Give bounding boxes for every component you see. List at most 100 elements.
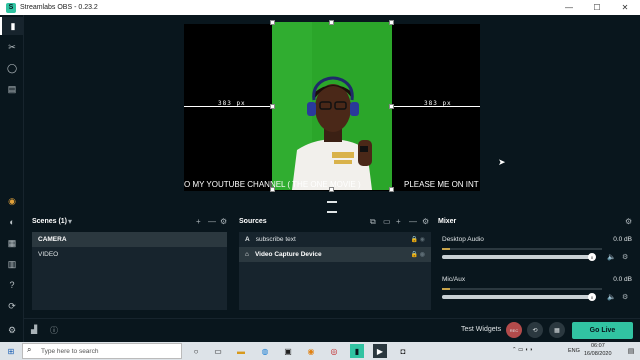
source-settings-icon[interactable]: ⚙: [422, 217, 429, 226]
remove-scene-icon[interactable]: —: [208, 217, 216, 226]
apps-icon[interactable]: ▦: [0, 234, 24, 252]
webcam-person-image: [272, 22, 392, 190]
source-item[interactable]: A subscribe text 🔒 ◉: [239, 232, 431, 247]
test-widgets-label[interactable]: Test Widgets: [461, 326, 501, 333]
themes-icon[interactable]: ▥: [0, 255, 24, 273]
taskbar-search-input[interactable]: Type here to search: [22, 343, 182, 359]
go-live-button[interactable]: Go Live: [572, 322, 633, 339]
store-icon[interactable]: ▤: [0, 80, 24, 98]
distance-label-right: 383 px: [424, 100, 452, 107]
channel-db: 0.0 dB: [613, 236, 632, 243]
sources-panel: Sources ⧉ ▭ + — ⚙ A subscribe text 🔒 ◉ ⌂…: [231, 214, 434, 318]
maximize-button[interactable]: ☐: [583, 0, 611, 15]
source-list: A subscribe text 🔒 ◉ ⌂ Video Capture Dev…: [239, 232, 431, 310]
editor-nav-icon[interactable]: ▮: [0, 17, 24, 35]
sources-title: Sources: [239, 218, 267, 225]
scenes-title: Scenes (1): [32, 218, 68, 225]
info-icon[interactable]: ⓘ: [50, 325, 58, 336]
tray-icons[interactable]: ⌃ ▭ ◖ ◗: [512, 347, 533, 353]
channel-name: Desktop Audio: [442, 236, 484, 243]
add-scene-icon[interactable]: +: [196, 217, 201, 226]
cortana-icon[interactable]: ○: [189, 344, 203, 358]
chat-icon[interactable]: ◯: [0, 59, 24, 77]
channel-db: 0.0 dB: [613, 276, 632, 283]
lock-visibility-icons[interactable]: 🔒 ◉: [411, 236, 425, 243]
channel-name: Mic/Aux: [442, 276, 466, 283]
language-indicator[interactable]: ENG: [568, 348, 580, 354]
volume-slider[interactable]: [442, 255, 592, 259]
volume-knob[interactable]: 0: [588, 293, 596, 301]
settings-icon[interactable]: ⚙: [0, 321, 24, 339]
speaker-icon[interactable]: 🔈: [607, 293, 616, 301]
resize-handle[interactable]: [270, 20, 275, 25]
notifications-icon[interactable]: ▤: [624, 344, 638, 358]
scenes-panel: Scenes (1) ▾ + — ⚙ CAMERA VIDEO: [24, 214, 231, 318]
add-source-icon[interactable]: +: [396, 217, 401, 226]
resize-handle[interactable]: [270, 104, 275, 109]
windows-taskbar: ⊞ Type here to search ⌕ ○ ▭ ▬ ◍ ▣ ◉ ◎ ▮ …: [0, 342, 640, 360]
volume-knob[interactable]: 0: [588, 253, 596, 261]
close-button[interactable]: ✕: [611, 0, 639, 15]
speaker-icon[interactable]: 🔈: [607, 253, 616, 261]
mouse-cursor-icon: ➤: [498, 157, 506, 167]
prime-icon[interactable]: ◉: [0, 192, 24, 210]
clock-date[interactable]: 16/08/2020: [584, 351, 612, 357]
remove-source-icon[interactable]: —: [409, 217, 417, 226]
record-button[interactable]: REC: [506, 322, 522, 338]
camera-app-icon[interactable]: ◘: [396, 344, 410, 358]
layout-editor-icon[interactable]: ✂: [0, 38, 24, 56]
file-explorer-icon[interactable]: ▬: [234, 344, 248, 358]
video-capture-source[interactable]: [272, 22, 392, 190]
resize-handle[interactable]: [389, 20, 394, 25]
store-app-icon[interactable]: ▣: [281, 344, 295, 358]
source-item-label: Video Capture Device: [254, 251, 322, 258]
firefox-icon[interactable]: ◉: [304, 344, 318, 358]
streamlabs-obs-taskbar-icon[interactable]: ▶: [373, 344, 387, 358]
schedule-stream-icon[interactable]: ▦: [549, 322, 565, 338]
resize-handle[interactable]: [389, 104, 394, 109]
scene-item[interactable]: VIDEO: [32, 247, 227, 262]
source-item-label: subscribe text: [255, 236, 296, 243]
streamlabs-taskbar-icon[interactable]: ▮: [350, 344, 364, 358]
source-item[interactable]: ⌂ Video Capture Device 🔒 ◉: [239, 247, 431, 262]
mixer-panel: Mixer ⚙ Desktop Audio 0.0 dB 0 🔈 ⚙ Mic/A…: [434, 214, 640, 318]
window-title: Streamlabs OBS - 0.23.2: [20, 4, 98, 11]
resize-handle[interactable]: [329, 20, 334, 25]
text-source-icon: A: [245, 236, 250, 243]
chrome-icon[interactable]: ◎: [327, 344, 341, 358]
source-group-icon[interactable]: ⧉: [370, 217, 376, 227]
edge-browser-icon[interactable]: ◍: [258, 344, 272, 358]
sidebar: ▮ ✂ ◯ ▤ ◉ ◐ ▦ ▥ ? ⟳ ⚙: [0, 15, 24, 342]
minimize-button[interactable]: —: [555, 0, 583, 15]
mixer-channel: Desktop Audio 0.0 dB 0 🔈 ⚙: [442, 236, 632, 261]
resize-handle[interactable]: [389, 187, 394, 192]
app-logo-icon: S: [6, 2, 16, 13]
clock-time[interactable]: 06:07: [591, 343, 605, 349]
level-meter: [442, 248, 602, 250]
level-meter: [442, 288, 602, 290]
replay-buffer-icon[interactable]: ⟲: [527, 322, 543, 338]
scene-item-label: CAMERA: [38, 236, 67, 243]
volume-slider[interactable]: [442, 295, 592, 299]
scene-collection-dropdown-icon[interactable]: ▾: [68, 217, 72, 226]
alert-box-icon[interactable]: ⟳: [0, 297, 24, 315]
footer-bar: [24, 318, 640, 342]
ticker-text-right: PLEASE ME ON INT: [404, 180, 479, 189]
performance-icon[interactable]: ▟: [31, 325, 37, 334]
channel-settings-icon[interactable]: ⚙: [622, 293, 628, 301]
mixer-channel: Mic/Aux 0.0 dB 0 🔈 ⚙: [442, 276, 632, 301]
add-folder-icon[interactable]: ▭: [383, 217, 391, 226]
windows-start-icon[interactable]: ⊞: [4, 344, 18, 358]
scene-item[interactable]: CAMERA: [32, 232, 227, 247]
scene-item-label: VIDEO: [38, 251, 59, 258]
lock-visibility-icons[interactable]: 🔒 ◉: [411, 251, 425, 258]
channel-settings-icon[interactable]: ⚙: [622, 253, 628, 261]
task-view-icon[interactable]: ▭: [211, 344, 225, 358]
dashboard-icon[interactable]: ◐: [0, 213, 24, 231]
scene-settings-icon[interactable]: ⚙: [220, 217, 227, 226]
ticker-text-left: O MY YOUTUBE CHANNEL ( THE ONE MOVIE ): [184, 180, 361, 189]
mixer-title: Mixer: [438, 218, 457, 225]
mixer-settings-icon[interactable]: ⚙: [625, 217, 632, 226]
help-icon[interactable]: ?: [0, 276, 24, 294]
panel-divider[interactable]: [24, 200, 640, 214]
